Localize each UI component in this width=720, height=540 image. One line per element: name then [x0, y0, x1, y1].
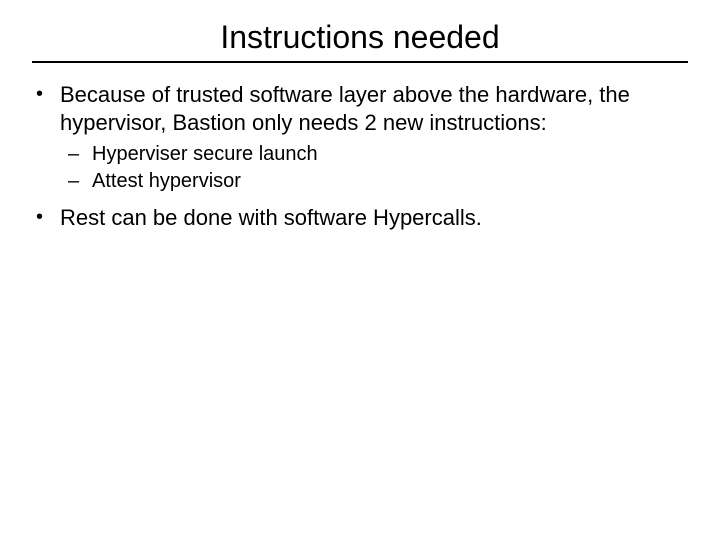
sub-bullet-list: Hyperviser secure launch Attest hypervis…	[60, 142, 690, 194]
list-item: Rest can be done with software Hypercall…	[30, 204, 690, 232]
bullet-text: Hyperviser secure launch	[92, 143, 318, 165]
bullet-text: Because of trusted software layer above …	[60, 82, 630, 135]
list-item: Attest hypervisor	[64, 169, 690, 194]
bullet-text: Attest hypervisor	[92, 170, 241, 192]
bullet-list: Because of trusted software layer above …	[30, 81, 690, 232]
list-item: Because of trusted software layer above …	[30, 81, 690, 194]
title-area: Instructions needed	[0, 0, 720, 55]
slide: Instructions needed Because of trusted s…	[0, 0, 720, 540]
bullet-text: Rest can be done with software Hypercall…	[60, 205, 482, 230]
slide-body: Because of trusted software layer above …	[0, 63, 720, 232]
list-item: Hyperviser secure launch	[64, 142, 690, 167]
slide-title: Instructions needed	[220, 20, 499, 55]
